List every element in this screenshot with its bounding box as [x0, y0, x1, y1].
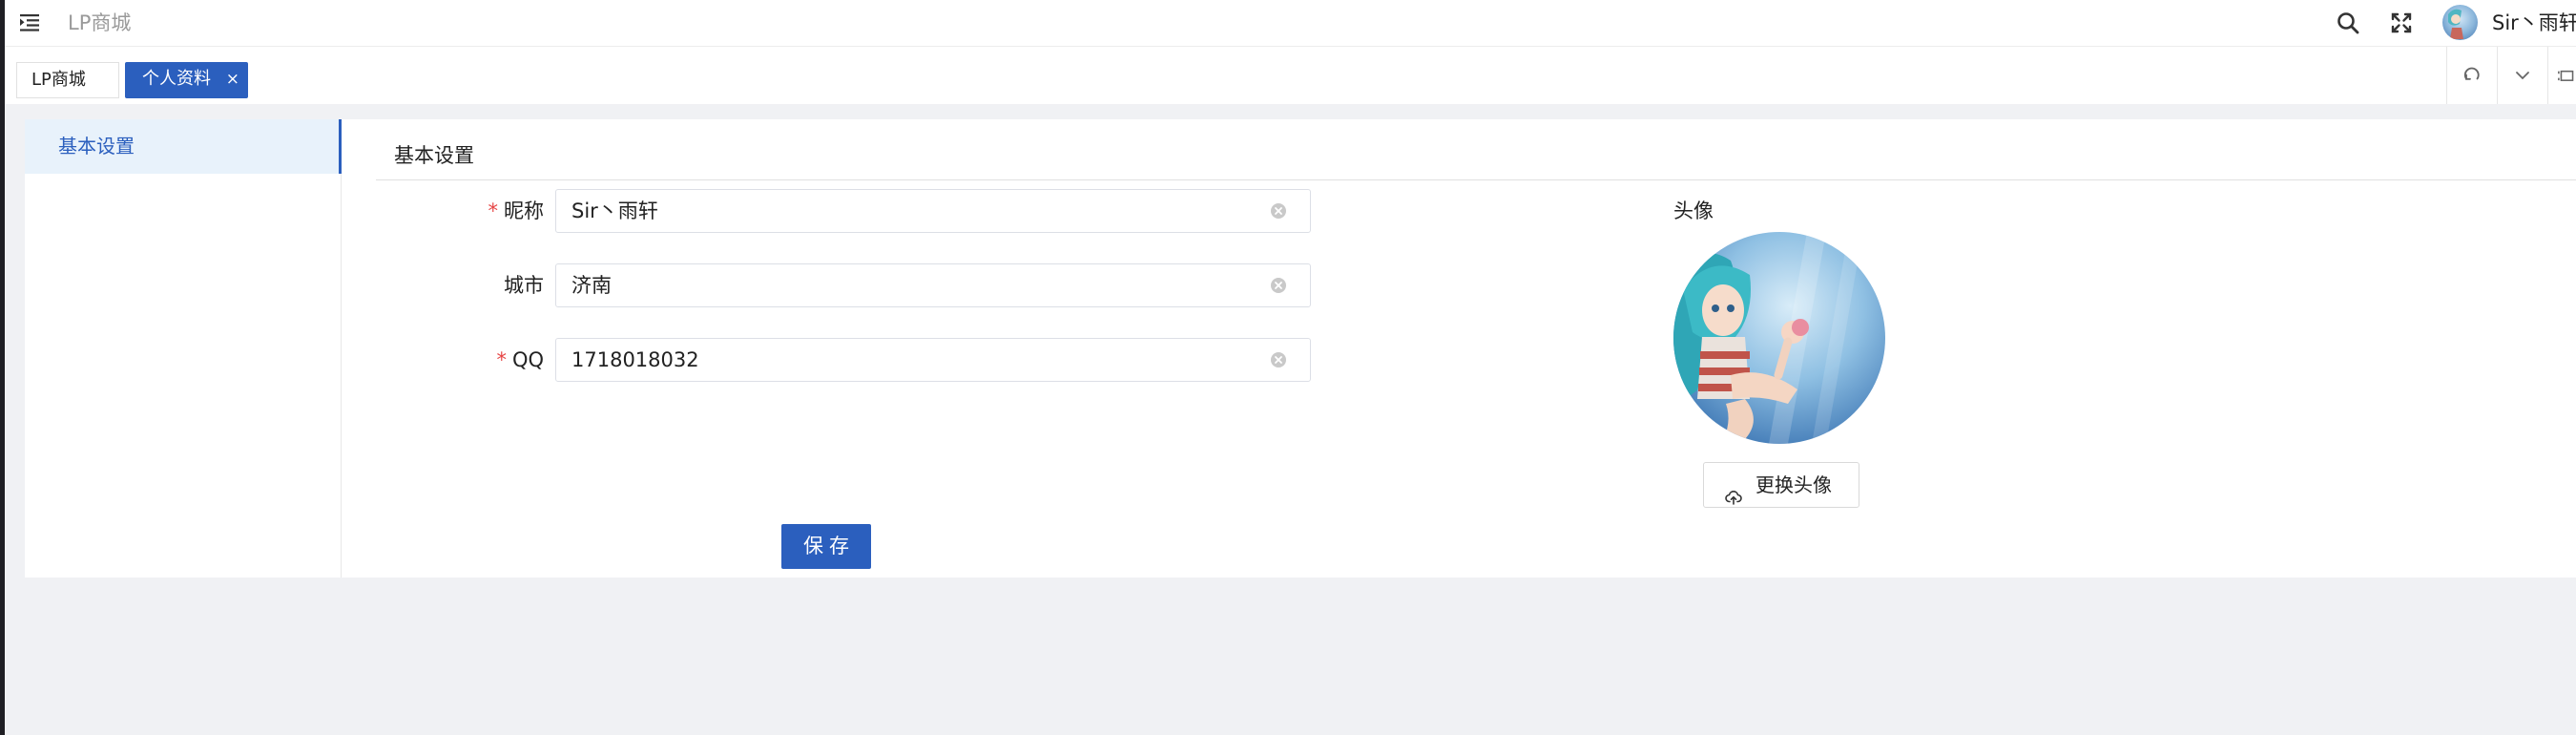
save-button[interactable]: 保存 — [781, 524, 871, 569]
panel-divider — [376, 179, 2576, 180]
nickname-input[interactable]: Sir丶雨轩 — [555, 189, 1311, 233]
expand-icon[interactable] — [2547, 47, 2576, 104]
clear-icon[interactable] — [1270, 202, 1287, 220]
settings-panel: 基本设置 * 昵称 Sir丶雨轩 城市 济南 * QQ 1718018032 保… — [342, 119, 2576, 578]
user-avatar[interactable] — [2442, 5, 2478, 40]
tab-profile-label: 个人资料 — [142, 69, 211, 89]
menu-fold-icon[interactable] — [18, 10, 41, 33]
chevron-down-icon[interactable] — [2497, 47, 2547, 104]
fullscreen-icon[interactable] — [2387, 9, 2416, 37]
profile-avatar — [1673, 232, 1885, 444]
form-row-nickname: * 昵称 Sir丶雨轩 — [342, 189, 1391, 233]
panel-title: 基本设置 — [394, 144, 474, 167]
form-row-city: 城市 济南 — [342, 263, 1391, 307]
search-icon[interactable] — [2334, 9, 2362, 37]
required-mark: * — [488, 200, 499, 222]
clear-icon[interactable] — [1270, 351, 1287, 368]
tabs-bar: LP商城 个人资料 × — [5, 46, 2576, 105]
close-icon[interactable]: × — [226, 62, 239, 96]
avatar-label: 头像 — [1673, 200, 1714, 222]
settings-sidebar: 基本设置 — [25, 119, 342, 578]
change-avatar-button[interactable]: 更换头像 — [1703, 462, 1859, 508]
refresh-icon[interactable] — [2446, 47, 2497, 104]
tab-profile[interactable]: 个人资料 × — [125, 62, 248, 98]
nickname-label: * 昵称 — [488, 200, 545, 222]
qq-input[interactable]: 1718018032 — [555, 338, 1311, 382]
sidebar-item-basic-settings[interactable]: 基本设置 — [25, 119, 342, 174]
qq-label: * QQ — [496, 348, 544, 371]
city-label: 城市 — [504, 274, 544, 297]
content-area: 基本设置 基本设置 * 昵称 Sir丶雨轩 城市 济南 * QQ 1718018… — [5, 104, 2576, 735]
tab-home[interactable]: LP商城 — [16, 62, 119, 98]
top-header: LP商城 Sir丶雨轩 — [5, 0, 2576, 46]
tabs-actions — [2446, 47, 2576, 104]
form-row-qq: * QQ 1718018032 — [342, 338, 1391, 382]
cloud-upload-icon — [1725, 477, 1742, 505]
user-name[interactable]: Sir丶雨轩 — [2492, 10, 2576, 36]
clear-icon[interactable] — [1270, 277, 1287, 294]
required-mark: * — [496, 348, 507, 371]
app-title: LP商城 — [68, 11, 132, 34]
city-input[interactable]: 济南 — [555, 263, 1311, 307]
change-avatar-label: 更换头像 — [1755, 473, 1832, 496]
